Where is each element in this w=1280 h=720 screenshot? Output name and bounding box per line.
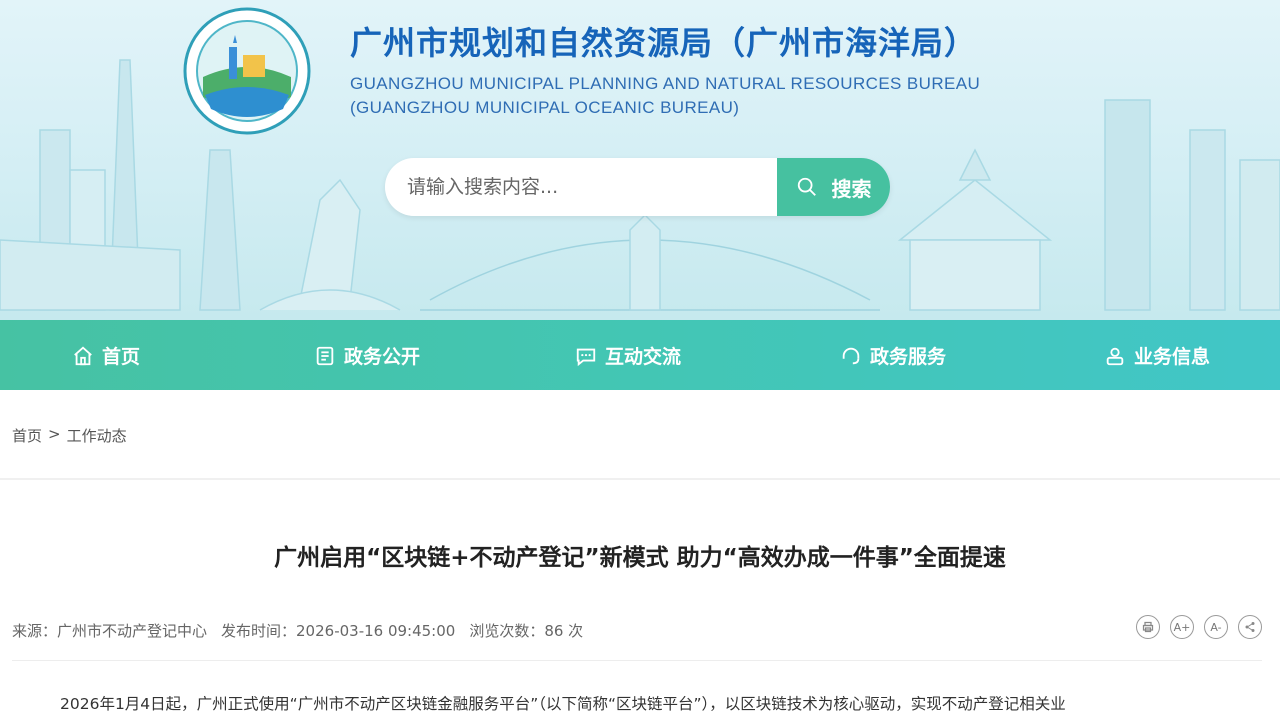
article-views: 浏览次数：86 次	[469, 622, 584, 640]
breadcrumb: 首页 > 工作动态	[12, 425, 127, 446]
search-button[interactable]: 搜索	[777, 158, 890, 216]
meta-divider	[12, 660, 1262, 661]
print-button[interactable]	[1136, 615, 1160, 639]
search-input[interactable]	[385, 158, 777, 216]
article-title: 广州启用“区块链+不动产登记”新模式 助力“高效办成一件事”全面提速	[274, 545, 1006, 571]
breadcrumb-current-link[interactable]: 工作动态	[67, 425, 127, 446]
article-source: 来源：广州市不动产登记中心	[12, 622, 208, 640]
document-icon	[316, 346, 334, 365]
share-icon	[1245, 622, 1255, 632]
print-icon	[1142, 621, 1154, 633]
share-button[interactable]	[1238, 615, 1262, 639]
nav-item-interaction[interactable]: 互动交流	[575, 342, 681, 369]
user-info-icon	[1106, 347, 1124, 365]
article-tools: A+ A-	[1136, 615, 1262, 639]
nav-item-label: 政务公开	[344, 346, 421, 368]
nav-item-home[interactable]: 首页	[72, 342, 140, 369]
nav-item-business-info[interactable]: 业务信息	[1104, 342, 1210, 369]
nav-item-label: 业务信息	[1134, 346, 1211, 368]
site-english-title-line2: (GUANGZHOU MUNICIPAL OCEANIC BUREAU)	[350, 98, 740, 117]
bureau-logo	[183, 7, 311, 135]
site-english-title-line1: GUANGZHOU MUNICIPAL PLANNING AND NATURAL…	[350, 74, 981, 93]
font-size-increase-button[interactable]: A+	[1170, 615, 1194, 639]
font-decrease-label: A-	[1210, 620, 1222, 634]
nav-item-label: 首页	[102, 346, 141, 368]
article-body-text: 2026年1月4日起，广州正式使用“广州市不动产区块链金融服务平台”（以下简称“…	[60, 695, 1066, 713]
nav-item-label: 互动交流	[605, 346, 682, 368]
article-meta: 来源：广州市不动产登记中心 发布时间：2026-03-16 09:45:00 浏…	[12, 620, 583, 641]
font-increase-label: A+	[1173, 620, 1191, 634]
nav-item-services[interactable]: 政务服务	[840, 342, 946, 369]
home-icon	[74, 346, 92, 365]
site-header: 广州市规划和自然资源局（广州市海洋局） GUANGZHOU MUNICIPAL …	[0, 0, 1280, 320]
article-publish-time: 发布时间：2026-03-16 09:45:00	[221, 622, 456, 640]
font-size-decrease-button[interactable]: A-	[1204, 615, 1228, 639]
breadcrumb-divider	[0, 478, 1280, 480]
breadcrumb-home-link[interactable]: 首页	[12, 425, 42, 446]
breadcrumb-separator: >	[48, 425, 61, 443]
search-button-label: 搜索	[831, 176, 872, 201]
search-icon	[797, 177, 816, 196]
search-box: 搜索	[385, 158, 890, 216]
site-title: 广州市规划和自然资源局（广州市海洋局）	[350, 24, 978, 62]
chat-icon	[576, 348, 596, 366]
headset-icon	[842, 347, 860, 364]
site-english-title: GUANGZHOU MUNICIPAL PLANNING AND NATURAL…	[350, 72, 980, 120]
nav-item-label: 政务服务	[870, 346, 947, 368]
nav-item-public-affairs[interactable]: 政务公开	[314, 342, 420, 369]
